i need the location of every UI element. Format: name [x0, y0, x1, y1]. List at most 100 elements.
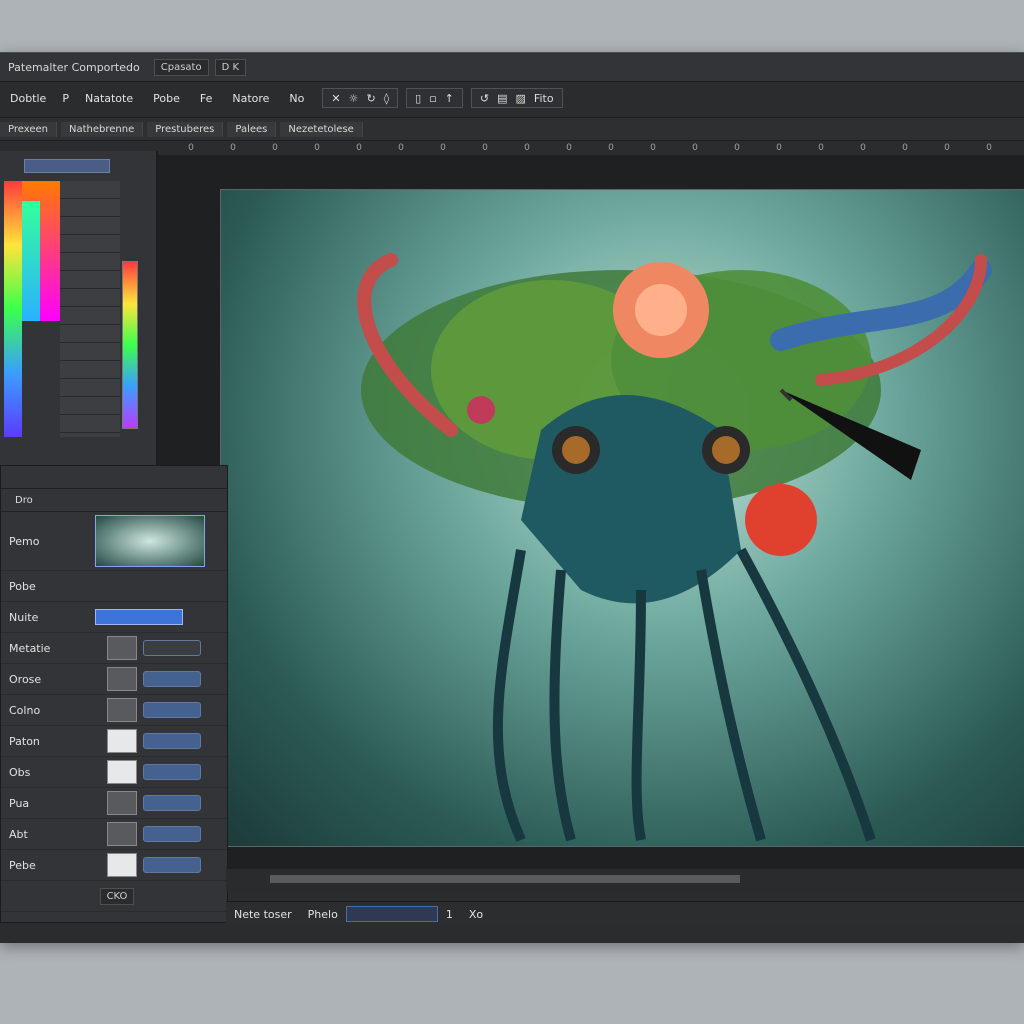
property-label: Pebe [9, 858, 36, 872]
secondary-swatch[interactable] [22, 201, 40, 321]
ruler-mark: 0 [398, 143, 404, 153]
image-icon[interactable]: ▨ [516, 92, 526, 105]
toolbar-group-2: ▯ ▫ ↑ [406, 88, 463, 108]
property-combo[interactable] [143, 671, 201, 687]
rewind-icon[interactable]: ↺ [480, 92, 489, 105]
ruler-mark: 0 [902, 143, 908, 153]
property-row: Abt [1, 819, 227, 850]
property-swatch[interactable] [107, 853, 137, 877]
status-left: Nete toser [234, 907, 292, 921]
menu-item-2[interactable]: P [62, 92, 69, 105]
property-combo[interactable] [143, 640, 201, 656]
property-row: Obs [1, 757, 227, 788]
drop-icon[interactable]: ◊ [384, 92, 389, 105]
color-panel [0, 151, 158, 466]
property-label: Paton [9, 734, 40, 748]
ruler-mark: 0 [776, 143, 782, 153]
toolbar-label[interactable]: Fito [534, 92, 554, 105]
property-row: Orose [1, 664, 227, 695]
paste-icon[interactable]: ▤ [497, 92, 507, 105]
property-swatch[interactable] [107, 791, 137, 815]
ruler-mark: 0 [734, 143, 740, 153]
page-icon[interactable]: ▯ [415, 92, 421, 105]
ruler-mark: 0 [692, 143, 698, 153]
property-swatch[interactable] [107, 636, 137, 660]
ruler-mark: 0 [944, 143, 950, 153]
property-combo[interactable] [143, 702, 201, 718]
status-right[interactable]: Xo [469, 908, 483, 921]
ruler-mark: 0 [188, 143, 194, 153]
properties-title: Dro [1, 489, 227, 512]
property-swatch[interactable] [107, 822, 137, 846]
property-combo[interactable] [143, 733, 201, 749]
property-label: Metatie [9, 641, 51, 655]
property-label: Colno [9, 703, 41, 717]
property-label: Nuite [9, 610, 39, 624]
ruler-mark: 0 [440, 143, 446, 153]
image-thumbnail[interactable] [95, 515, 205, 567]
ruler-mark: 0 [524, 143, 530, 153]
menu-bar: Dobtle P Natatote Pobe Fe Natore No ✕ ☼ … [0, 85, 1024, 111]
ok-button[interactable]: CKO [99, 887, 135, 905]
properties-panel: Dro Pemo Pobe Nuite Metatie Orose Colno [0, 465, 228, 923]
document-tabs: Prexeen Nathebrenne Prestuberes Palees N… [0, 117, 1024, 141]
swatch-grid[interactable] [60, 181, 120, 437]
property-swatch[interactable] [107, 667, 137, 691]
property-combo[interactable] [143, 857, 201, 873]
spectrum-strip[interactable] [4, 181, 22, 437]
ruler-mark: 0 [566, 143, 572, 153]
window-title: Patemalter Comportedo [8, 60, 140, 74]
property-row: Metatie [1, 633, 227, 664]
property-row: Colno [1, 695, 227, 726]
tab-4[interactable]: Palees [227, 121, 277, 137]
property-swatch[interactable] [107, 729, 137, 753]
property-row: Pua [1, 788, 227, 819]
ruler-mark: 0 [230, 143, 236, 153]
ruler-mark: 0 [608, 143, 614, 153]
property-swatch[interactable] [107, 760, 137, 784]
lock-icon[interactable]: ▫ [429, 92, 436, 105]
menu-item-6[interactable]: Natore [232, 92, 269, 105]
tab-1[interactable]: Prexeen [0, 121, 57, 137]
tab-2[interactable]: Nathebrenne [60, 121, 144, 137]
property-row: Pobe [1, 571, 227, 602]
x-icon[interactable]: ✕ [331, 92, 340, 105]
property-swatch[interactable] [107, 698, 137, 722]
toolbar-group-3: ↺ ▤ ▨ Fito [470, 88, 563, 108]
artboard[interactable] [220, 189, 1024, 847]
property-field[interactable] [95, 609, 183, 625]
refresh-icon[interactable]: ↻ [366, 92, 375, 105]
ruler: 0 0 0 0 0 0 0 0 0 0 0 0 0 0 0 0 0 0 0 0 [170, 141, 1024, 156]
property-label: Pemo [9, 534, 40, 548]
hue-slider[interactable] [24, 159, 110, 173]
title-tab-1[interactable]: Cpasato [153, 58, 209, 76]
canvas-area [158, 155, 1024, 875]
tab-5[interactable]: Nezetetolese [280, 121, 363, 137]
horizontal-scrollbar[interactable] [226, 869, 1024, 891]
ruler-mark: 0 [986, 143, 992, 153]
menu-item-3[interactable]: Natatote [85, 92, 133, 105]
property-combo[interactable] [143, 764, 201, 780]
ruler-mark: 0 [356, 143, 362, 153]
property-row: Pebe [1, 850, 227, 881]
title-tab-2[interactable]: D K [214, 58, 247, 76]
page-number: 1 [445, 907, 453, 921]
spectrum-slider[interactable] [122, 261, 138, 429]
property-label: Pua [9, 796, 30, 810]
menu-item-4[interactable]: Pobe [153, 92, 180, 105]
property-row: Nuite [1, 602, 227, 633]
menu-item-7[interactable]: No [289, 92, 304, 105]
status-bar: Nete toser Phelo 1 Xo [226, 901, 1024, 926]
sun-icon[interactable]: ☼ [349, 92, 359, 105]
menu-item-1[interactable]: Dobtle [10, 92, 46, 105]
property-combo[interactable] [143, 826, 201, 842]
creature-illustration [357, 253, 992, 843]
ruler-mark: 0 [818, 143, 824, 153]
menu-item-5[interactable]: Fe [200, 92, 213, 105]
scroll-thumb[interactable] [270, 875, 740, 883]
property-row: Paton [1, 726, 227, 757]
page-input[interactable] [345, 906, 438, 922]
tab-3[interactable]: Prestuberes [147, 121, 224, 137]
property-combo[interactable] [143, 795, 201, 811]
arrow-up-icon[interactable]: ↑ [445, 92, 454, 105]
